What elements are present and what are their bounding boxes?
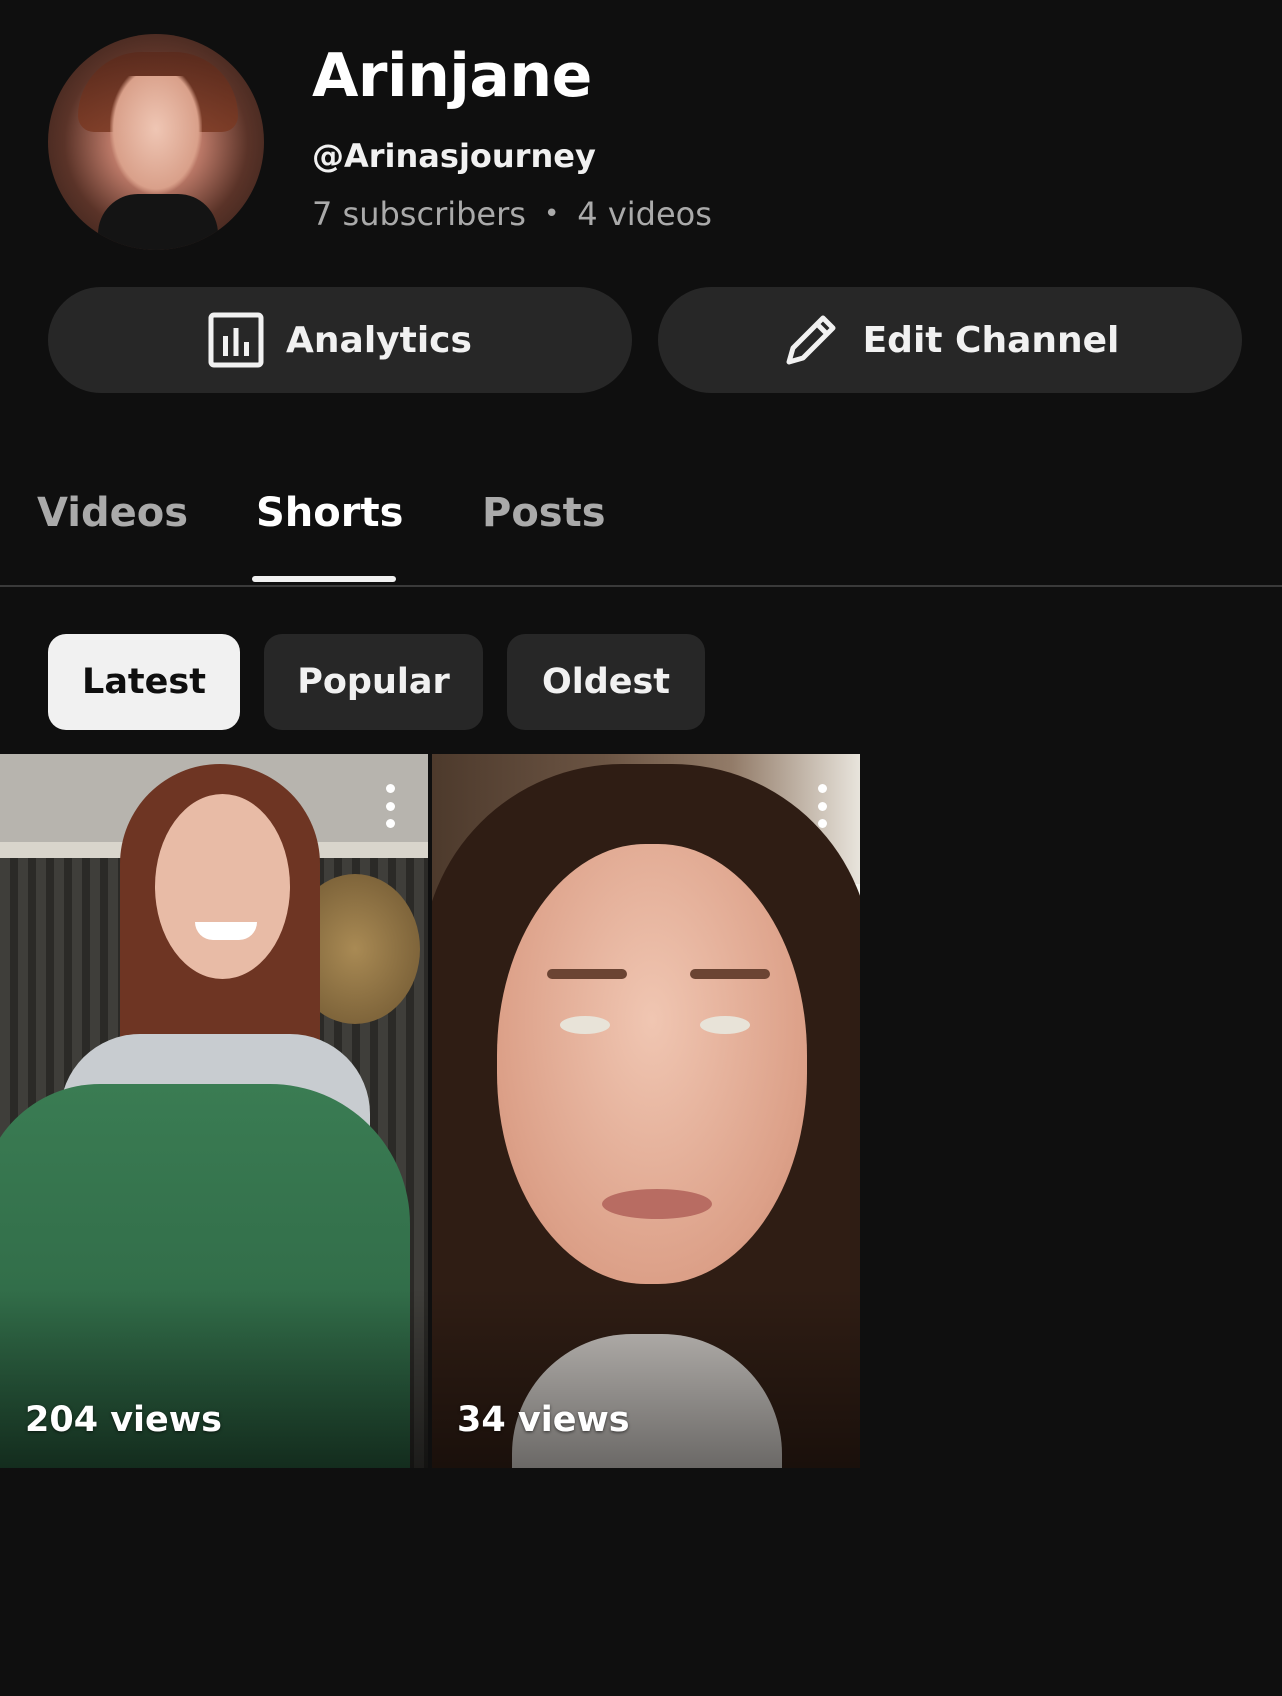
pencil-icon (781, 310, 841, 370)
thumbnail-eye (560, 1016, 610, 1034)
short-view-count: 204 views (25, 1400, 222, 1440)
channel-stats: 7 subscribers • 4 videos (312, 194, 712, 234)
thumbnail-eye (700, 1016, 750, 1034)
short-view-count: 34 views (457, 1400, 630, 1440)
bar-chart-icon (208, 312, 264, 368)
video-count: 4 videos (577, 195, 712, 233)
channel-name: Arinjane (312, 41, 592, 111)
tab-videos[interactable]: Videos (37, 488, 188, 538)
channel-avatar[interactable] (48, 34, 264, 250)
analytics-button[interactable]: Analytics (48, 287, 632, 393)
thumbnail-face (155, 794, 290, 979)
short-thumbnail[interactable]: 204 views (0, 754, 428, 1468)
analytics-label: Analytics (286, 319, 472, 361)
thumbnail-eyebrow (547, 969, 627, 979)
filter-chip-popular[interactable]: Popular (264, 634, 483, 730)
channel-handle: @Arinasjourney (312, 137, 596, 175)
active-tab-indicator (252, 576, 396, 582)
short-thumbnail[interactable]: 34 views (432, 754, 860, 1468)
thumbnail-smile (195, 922, 257, 940)
subscriber-count: 7 subscribers (312, 195, 526, 233)
kebab-menu-icon[interactable] (380, 784, 400, 828)
tab-posts[interactable]: Posts (482, 488, 606, 538)
thumbnail-mouth (602, 1189, 712, 1219)
filter-chip-latest[interactable]: Latest (48, 634, 240, 730)
avatar-clothing (98, 194, 218, 250)
edit-channel-button[interactable]: Edit Channel (658, 287, 1242, 393)
tab-shorts[interactable]: Shorts (256, 488, 403, 538)
avatar-face (110, 76, 202, 194)
thumbnail-eyebrow (690, 969, 770, 979)
edit-channel-label: Edit Channel (862, 319, 1120, 361)
channel-tabs: Videos Shorts Posts (0, 470, 1282, 587)
stats-separator: • (543, 199, 560, 229)
kebab-menu-icon[interactable] (812, 784, 832, 828)
filter-chip-oldest[interactable]: Oldest (507, 634, 705, 730)
